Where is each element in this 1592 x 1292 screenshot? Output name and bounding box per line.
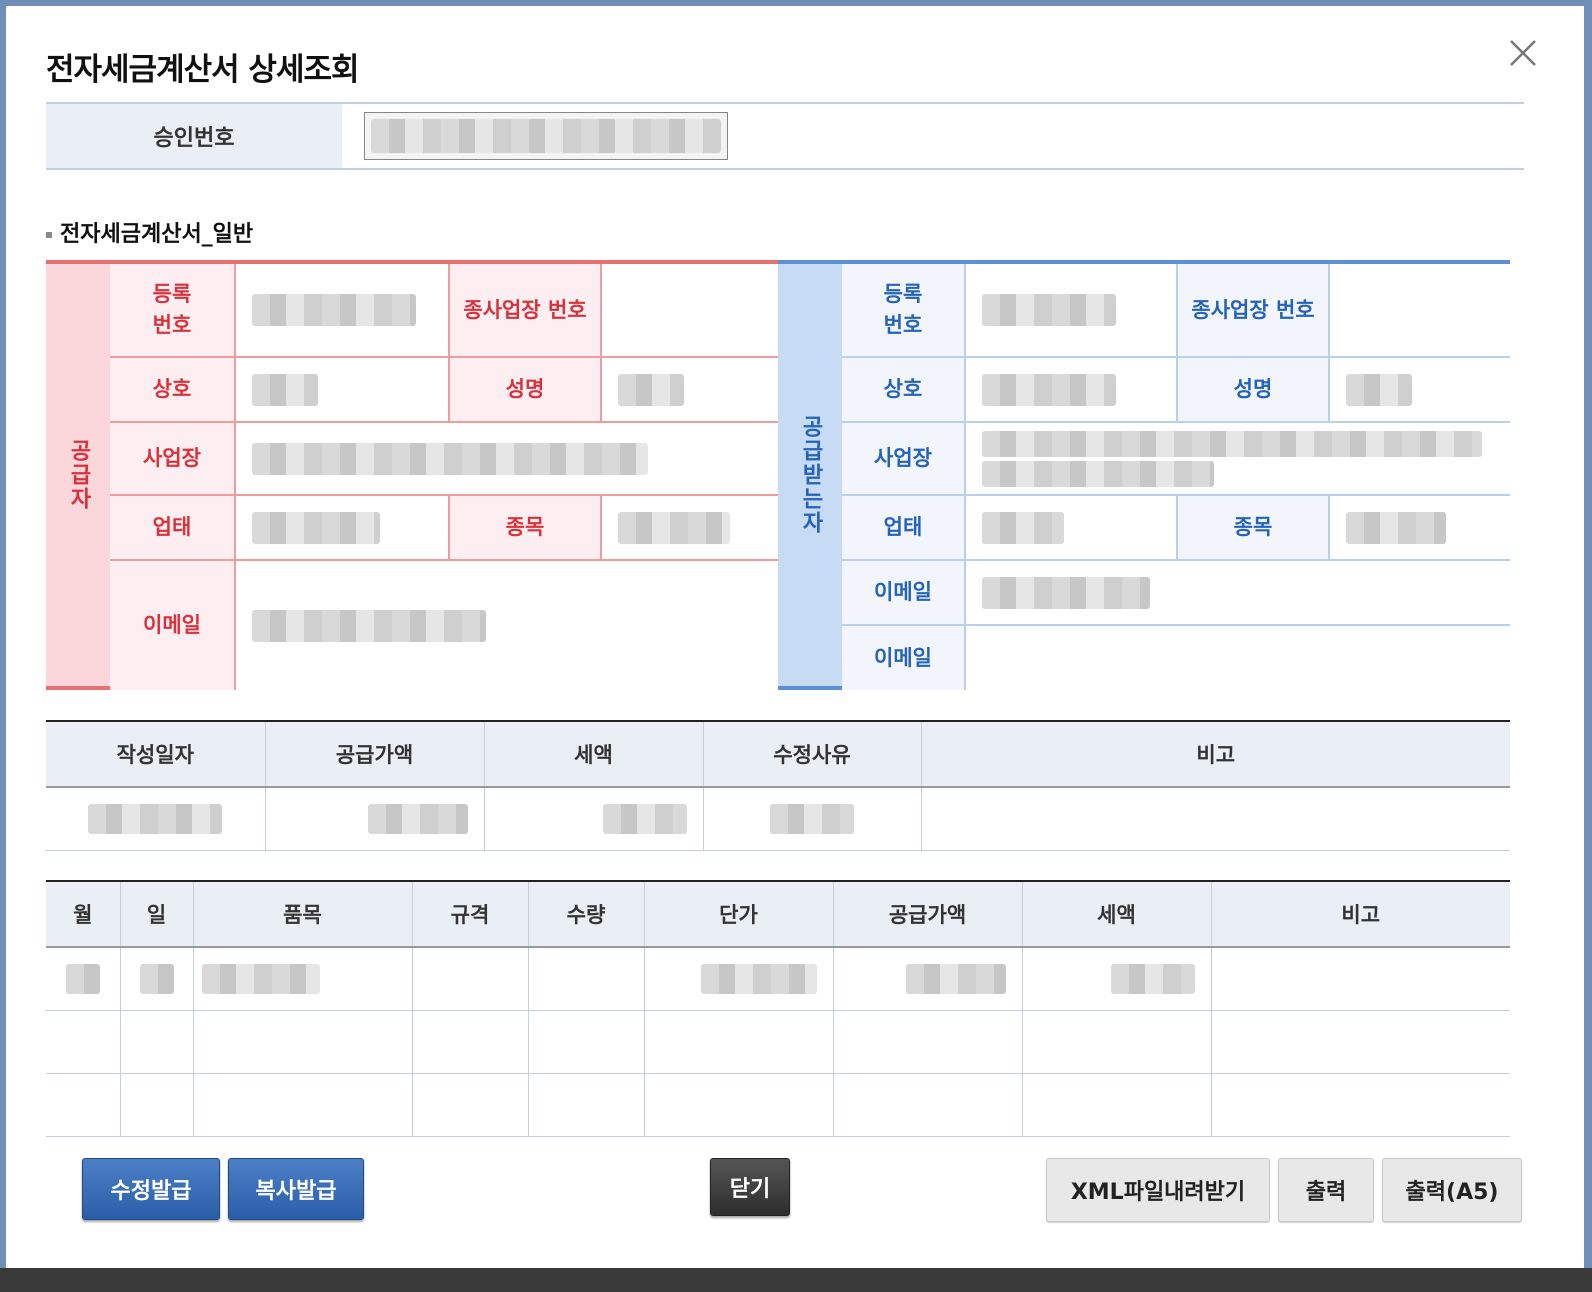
buyer-company-value	[966, 358, 1178, 423]
buyer-biz-type-label: 업태	[842, 496, 966, 561]
supplier-biz-type-value	[236, 496, 450, 561]
summary-header-reason: 수정사유	[703, 721, 922, 788]
window-bottom-bar	[0, 1268, 1592, 1292]
supplier-biz-item-label: 종목	[450, 496, 602, 561]
buyer-panel: 공급받는자 등록 번호 종사업장 번호 상호 성명 사업장 업태 종목 이메일 …	[778, 260, 1510, 690]
bullet-icon	[46, 232, 52, 238]
items-header-month: 월	[46, 881, 121, 948]
items-header-qty: 수량	[528, 881, 645, 948]
buyer-branch-no-label: 종사업장 번호	[1178, 264, 1330, 358]
print-a5-button[interactable]: 출력(A5)	[1382, 1158, 1522, 1222]
approval-number-row: 승인번호	[46, 102, 1524, 170]
supplier-reg-no-label: 등록 번호	[110, 264, 236, 358]
buyer-reg-no-label: 등록 번호	[842, 264, 966, 358]
buyer-name-label: 성명	[1178, 358, 1330, 423]
summary-header-supply: 공급가액	[265, 721, 485, 788]
redacted-value	[371, 119, 721, 153]
buyer-biz-item-value	[1330, 496, 1510, 561]
supplier-email-label: 이메일	[110, 561, 236, 690]
supplier-name-value	[602, 358, 778, 423]
summary-header-tax: 세액	[484, 721, 704, 788]
table-row	[46, 1010, 1510, 1074]
xml-download-button[interactable]: XML파일내려받기	[1046, 1158, 1270, 1222]
approval-number-field[interactable]	[364, 112, 728, 160]
supplier-company-label: 상호	[110, 358, 236, 423]
copy-issue-button[interactable]: 복사발급	[228, 1158, 364, 1220]
modal-title: 전자세금계산서 상세조회	[46, 52, 360, 88]
items-header-unit-price: 단가	[644, 881, 834, 948]
items-header-tax: 세액	[1022, 881, 1212, 948]
supplier-address-value	[236, 423, 778, 496]
buyer-email2-value	[966, 626, 1510, 690]
buyer-address-label: 사업장	[842, 423, 966, 496]
supplier-side-label: 공급자	[46, 264, 112, 686]
summary-header-date: 작성일자	[46, 721, 266, 788]
supplier-biz-type-label: 업태	[110, 496, 236, 561]
items-header-supply: 공급가액	[833, 881, 1023, 948]
buyer-biz-item-label: 종목	[1178, 496, 1330, 561]
summary-table: 작성일자 공급가액 세액 수정사유 비고	[46, 720, 1510, 851]
supplier-biz-item-value	[602, 496, 778, 561]
buyer-name-value	[1330, 358, 1510, 423]
buyer-email1-value	[966, 561, 1510, 626]
supplier-name-label: 성명	[450, 358, 602, 423]
table-row	[46, 787, 1510, 851]
buyer-company-label: 상호	[842, 358, 966, 423]
supplier-reg-no-value	[236, 264, 450, 358]
supplier-panel: 공급자 등록 번호 종사업장 번호 상호 성명 사업장 업태 종목 이메일	[46, 260, 778, 690]
buyer-side-label: 공급받는자	[778, 264, 844, 686]
print-button[interactable]: 출력	[1278, 1158, 1374, 1222]
items-header-item: 품목	[193, 881, 413, 948]
items-table: 월 일 품목 규격 수량 단가 공급가액 세액 비고	[46, 880, 1510, 1137]
buyer-email2-label: 이메일	[842, 626, 966, 690]
supplier-branch-no-label: 종사업장 번호	[450, 264, 602, 358]
buyer-address-value	[966, 423, 1510, 496]
section-title: 전자세금계산서_일반	[46, 216, 253, 248]
supplier-company-value	[236, 358, 450, 423]
table-row	[46, 1073, 1510, 1137]
supplier-branch-no-value	[602, 264, 778, 358]
items-header-spec: 규격	[412, 881, 529, 948]
summary-header-note: 비고	[921, 721, 1510, 788]
buyer-email1-label: 이메일	[842, 561, 966, 626]
close-button[interactable]: 닫기	[710, 1158, 790, 1216]
supplier-email-value	[236, 561, 778, 690]
approval-number-label: 승인번호	[46, 104, 342, 168]
supplier-address-label: 사업장	[110, 423, 236, 496]
buyer-branch-no-value	[1330, 264, 1510, 358]
buyer-reg-no-value	[966, 264, 1178, 358]
table-row	[46, 947, 1510, 1011]
buyer-biz-type-value	[966, 496, 1178, 561]
items-header-note: 비고	[1211, 881, 1510, 948]
close-icon[interactable]	[1506, 36, 1540, 70]
tax-invoice-detail-modal: 전자세금계산서 상세조회 승인번호 전자세금계산서_일반 공급자 등록 번호 종…	[6, 6, 1584, 1268]
items-header-day: 일	[120, 881, 194, 948]
modify-issue-button[interactable]: 수정발급	[82, 1158, 220, 1220]
